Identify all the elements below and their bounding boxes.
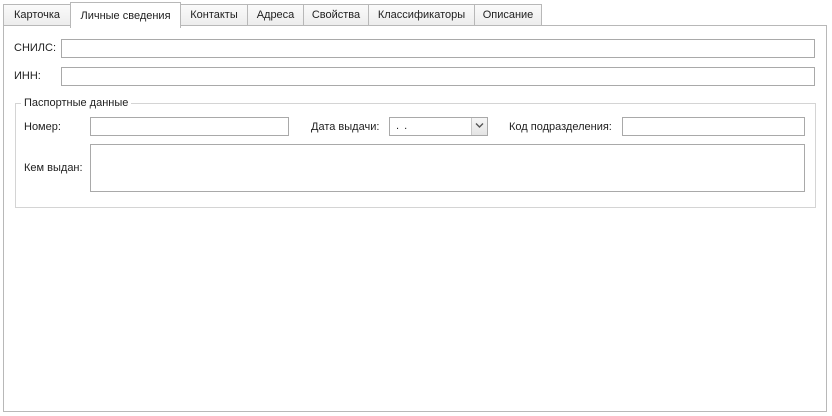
issue-date-value[interactable]: . . bbox=[396, 119, 408, 133]
tab-card[interactable]: Карточка bbox=[3, 4, 71, 26]
tab-properties[interactable]: Свойства bbox=[303, 4, 369, 26]
tab-contacts[interactable]: Контакты bbox=[180, 4, 248, 26]
inn-label: ИНН: bbox=[14, 70, 41, 82]
passport-group-title: Паспортные данные bbox=[21, 96, 132, 110]
passport-number-label: Номер: bbox=[24, 121, 61, 133]
issue-date-picker[interactable]: . . bbox=[389, 117, 488, 136]
personal-info-panel: СНИЛС: ИНН: Паспортные данные Номер: Дат… bbox=[3, 25, 827, 412]
issue-date-dropdown-button[interactable] bbox=[471, 118, 487, 135]
tab-personal-info[interactable]: Личные сведения bbox=[70, 2, 181, 28]
issued-by-label: Кем выдан: bbox=[24, 162, 83, 174]
department-code-input[interactable] bbox=[622, 117, 805, 136]
tab-classifiers[interactable]: Классификаторы bbox=[368, 4, 475, 26]
issue-date-label: Дата выдачи: bbox=[311, 121, 380, 133]
inn-input[interactable] bbox=[61, 67, 815, 86]
chevron-down-icon bbox=[475, 123, 484, 128]
issued-by-textarea[interactable] bbox=[90, 144, 805, 192]
tab-addresses[interactable]: Адреса bbox=[247, 4, 304, 26]
tab-description[interactable]: Описание bbox=[474, 4, 542, 26]
snils-input[interactable] bbox=[61, 39, 815, 58]
department-code-label: Код подразделения: bbox=[509, 121, 612, 133]
passport-number-input[interactable] bbox=[90, 117, 289, 136]
snils-label: СНИЛС: bbox=[14, 42, 57, 54]
